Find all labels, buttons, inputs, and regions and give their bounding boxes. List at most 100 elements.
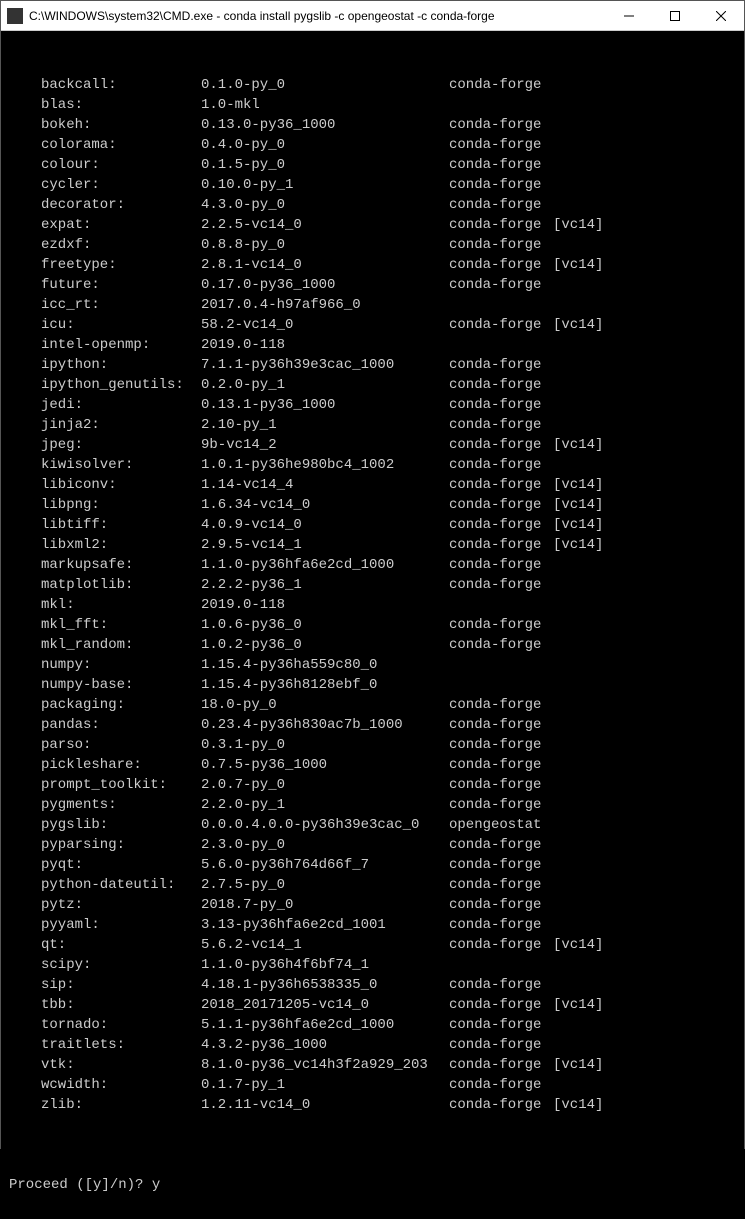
minimize-button[interactable] xyxy=(606,1,652,31)
package-extra xyxy=(553,335,736,355)
package-extra xyxy=(553,735,736,755)
package-row: pygments:2.2.0-py_1conda-forge xyxy=(9,795,736,815)
package-row: future:0.17.0-py36_1000conda-forge xyxy=(9,275,736,295)
close-button[interactable] xyxy=(698,1,744,31)
package-row: pyyaml:3.13-py36hfa6e2cd_1001conda-forge xyxy=(9,915,736,935)
package-name: freetype: xyxy=(41,255,201,275)
package-extra xyxy=(553,595,736,615)
package-row: mkl_random:1.0.2-py36_0conda-forge xyxy=(9,635,736,655)
package-name: mkl: xyxy=(41,595,201,615)
package-row: pygslib:0.0.0.4.0.0-py36h39e3cac_0openge… xyxy=(9,815,736,835)
package-version: 1.2.11-vc14_0 xyxy=(201,1095,449,1115)
package-channel: conda-forge xyxy=(449,535,553,555)
package-row: freetype:2.8.1-vc14_0conda-forge[vc14] xyxy=(9,255,736,275)
package-name: libtiff: xyxy=(41,515,201,535)
package-name: parso: xyxy=(41,735,201,755)
package-version: 8.1.0-py36_vc14h3f2a929_203 xyxy=(201,1055,449,1075)
package-channel: conda-forge xyxy=(449,915,553,935)
package-extra xyxy=(553,115,736,135)
package-row: scipy:1.1.0-py36h4f6bf74_1 xyxy=(9,955,736,975)
package-extra xyxy=(553,775,736,795)
package-channel: opengeostat xyxy=(449,815,553,835)
package-channel: conda-forge xyxy=(449,515,553,535)
package-row: decorator:4.3.0-py_0conda-forge xyxy=(9,195,736,215)
package-extra: [vc14] xyxy=(553,475,736,495)
package-extra xyxy=(553,895,736,915)
package-version: 0.8.8-py_0 xyxy=(201,235,449,255)
package-name: cycler: xyxy=(41,175,201,195)
package-row: numpy:1.15.4-py36ha559c80_0 xyxy=(9,655,736,675)
package-row: intel-openmp:2019.0-118 xyxy=(9,335,736,355)
package-extra xyxy=(553,655,736,675)
maximize-button[interactable] xyxy=(652,1,698,31)
package-version: 0.1.0-py_0 xyxy=(201,75,449,95)
package-row: jedi:0.13.1-py36_1000conda-forge xyxy=(9,395,736,415)
package-version: 9b-vc14_2 xyxy=(201,435,449,455)
package-name: backcall: xyxy=(41,75,201,95)
package-channel: conda-forge xyxy=(449,255,553,275)
package-channel: conda-forge xyxy=(449,715,553,735)
package-row: pytz:2018.7-py_0conda-forge xyxy=(9,895,736,915)
package-row: vtk:8.1.0-py36_vc14h3f2a929_203conda-for… xyxy=(9,1055,736,1075)
package-version: 1.0.2-py36_0 xyxy=(201,635,449,655)
package-extra xyxy=(553,915,736,935)
package-name: packaging: xyxy=(41,695,201,715)
package-extra xyxy=(553,1075,736,1095)
package-row: icc_rt:2017.0.4-h97af966_0 xyxy=(9,295,736,315)
package-name: scipy: xyxy=(41,955,201,975)
package-version: 0.10.0-py_1 xyxy=(201,175,449,195)
package-version: 2.0.7-py_0 xyxy=(201,775,449,795)
package-channel: conda-forge xyxy=(449,855,553,875)
package-extra: [vc14] xyxy=(553,515,736,535)
package-channel xyxy=(449,955,553,975)
package-channel: conda-forge xyxy=(449,1055,553,1075)
package-name: pyparsing: xyxy=(41,835,201,855)
package-channel: conda-forge xyxy=(449,735,553,755)
package-row: qt:5.6.2-vc14_1conda-forge[vc14] xyxy=(9,935,736,955)
package-name: pickleshare: xyxy=(41,755,201,775)
package-channel: conda-forge xyxy=(449,355,553,375)
package-extra xyxy=(553,415,736,435)
package-name: qt: xyxy=(41,935,201,955)
cmd-icon xyxy=(7,8,23,24)
package-channel: conda-forge xyxy=(449,935,553,955)
package-extra: [vc14] xyxy=(553,315,736,335)
package-extra xyxy=(553,455,736,475)
package-name: future: xyxy=(41,275,201,295)
package-extra xyxy=(553,855,736,875)
package-row: python-dateutil:2.7.5-py_0conda-forge xyxy=(9,875,736,895)
package-extra xyxy=(553,375,736,395)
package-name: pyqt: xyxy=(41,855,201,875)
package-extra xyxy=(553,635,736,655)
package-extra: [vc14] xyxy=(553,215,736,235)
package-version: 1.6.34-vc14_0 xyxy=(201,495,449,515)
package-version: 1.0-mkl xyxy=(201,95,449,115)
package-channel: conda-forge xyxy=(449,995,553,1015)
package-version: 0.2.0-py_1 xyxy=(201,375,449,395)
package-version: 18.0-py_0 xyxy=(201,695,449,715)
package-version: 0.23.4-py36h830ac7b_1000 xyxy=(201,715,449,735)
package-channel: conda-forge xyxy=(449,135,553,155)
package-extra: [vc14] xyxy=(553,995,736,1015)
terminal-output[interactable]: backcall:0.1.0-py_0conda-forgeblas:1.0-m… xyxy=(1,31,744,1219)
package-channel: conda-forge xyxy=(449,1035,553,1055)
package-extra: [vc14] xyxy=(553,1055,736,1075)
package-row: parso:0.3.1-py_0conda-forge xyxy=(9,735,736,755)
package-row: expat:2.2.5-vc14_0conda-forge[vc14] xyxy=(9,215,736,235)
package-extra xyxy=(553,1035,736,1055)
package-channel: conda-forge xyxy=(449,895,553,915)
package-version: 4.18.1-py36h6538335_0 xyxy=(201,975,449,995)
package-extra: [vc14] xyxy=(553,435,736,455)
package-name: tbb: xyxy=(41,995,201,1015)
package-channel: conda-forge xyxy=(449,195,553,215)
package-extra: [vc14] xyxy=(553,935,736,955)
package-version: 2.2.0-py_1 xyxy=(201,795,449,815)
package-version: 5.6.0-py36h764d66f_7 xyxy=(201,855,449,875)
package-row: colorama:0.4.0-py_0conda-forge xyxy=(9,135,736,155)
package-version: 2017.0.4-h97af966_0 xyxy=(201,295,449,315)
package-name: pygslib: xyxy=(41,815,201,835)
package-version: 7.1.1-py36h39e3cac_1000 xyxy=(201,355,449,375)
package-version: 0.13.0-py36_1000 xyxy=(201,115,449,135)
package-channel: conda-forge xyxy=(449,455,553,475)
package-channel: conda-forge xyxy=(449,835,553,855)
